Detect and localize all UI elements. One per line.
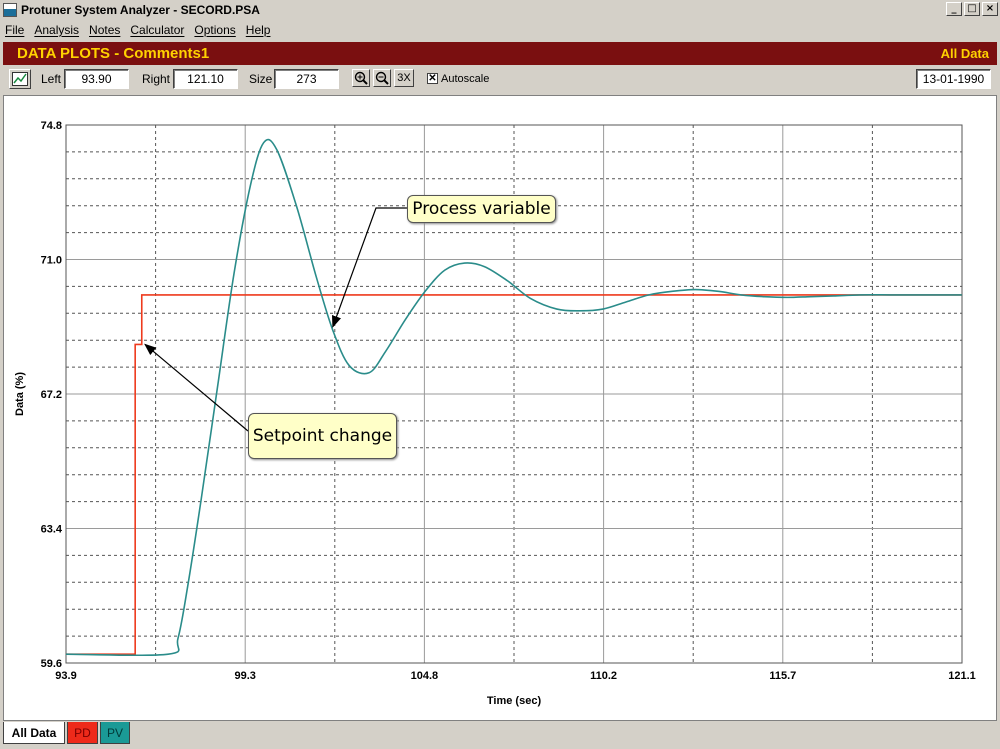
zoom-in-button[interactable] <box>352 69 370 87</box>
menu-analysis[interactable]: Analysis <box>29 23 84 37</box>
right-label: Right <box>142 72 171 86</box>
menu-file[interactable]: File <box>0 23 29 37</box>
tab-all-data[interactable]: All Data <box>3 722 65 744</box>
zoom-out-icon <box>375 71 389 85</box>
callout-process-variable: Process variable <box>407 195 556 223</box>
size-field[interactable]: 273 <box>274 69 339 89</box>
plot-settings-button[interactable] <box>9 69 31 89</box>
menu-help[interactable]: Help <box>241 23 276 37</box>
tab-pv[interactable]: PV <box>100 722 130 744</box>
minimize-button[interactable]: _ <box>946 2 962 16</box>
menu-bar: File Analysis Notes Calculator Options H… <box>0 20 1000 39</box>
y-tick-label: 71.0 <box>41 255 62 267</box>
series-tabs: All Data PD PV <box>3 722 132 744</box>
app-window: Protuner System Analyzer - SECORD.PSA _ … <box>0 0 1000 749</box>
plot-toolbar: Left 93.90 Right 121.10 Size 273 3X ✕ Au… <box>0 66 1000 92</box>
banner-title: DATA PLOTS - Comments1 <box>17 45 210 62</box>
x-tick-label: 93.9 <box>55 670 76 682</box>
y-tick-label: 67.2 <box>41 389 62 401</box>
y-axis-label: Data (%) <box>14 372 26 416</box>
y-tick-label: 63.4 <box>41 524 63 536</box>
title-bar[interactable]: Protuner System Analyzer - SECORD.PSA _ … <box>0 0 1000 20</box>
right-field[interactable]: 121.10 <box>173 69 238 89</box>
annotation-arrow <box>144 343 249 432</box>
menu-calculator[interactable]: Calculator <box>125 23 189 37</box>
callout-setpoint-change: Setpoint change <box>248 413 397 459</box>
window-controls: _ □ × <box>946 2 998 16</box>
chart-icon <box>12 72 28 86</box>
data-plot-chart[interactable]: 93.9 99.3 104.8 110.2 115.7 121.1 59.6 63.4 67.2… <box>4 96 996 720</box>
x-tick-label: 121.1 <box>948 670 976 682</box>
y-tick-label: 74.8 <box>41 120 62 132</box>
data-plots-banner: DATA PLOTS - Comments1 All Data <box>3 42 997 65</box>
window-title: Protuner System Analyzer - SECORD.PSA <box>21 3 260 17</box>
autoscale-checkbox[interactable]: ✕ <box>427 73 438 84</box>
x-tick-label: 115.7 <box>769 670 796 682</box>
date-field: 13-01-1990 <box>916 69 991 89</box>
maximize-button[interactable]: □ <box>964 2 980 16</box>
zoom-3x-button[interactable]: 3X <box>394 69 414 87</box>
menu-options[interactable]: Options <box>189 23 240 37</box>
app-icon <box>3 3 17 17</box>
x-tick-label: 110.2 <box>590 670 617 682</box>
close-button[interactable]: × <box>982 2 998 16</box>
left-field[interactable]: 93.90 <box>64 69 129 89</box>
x-tick-label: 104.8 <box>411 670 439 682</box>
x-axis-label: Time (sec) <box>487 695 542 707</box>
x-tick-label: 99.3 <box>234 670 255 682</box>
menu-notes[interactable]: Notes <box>84 23 125 37</box>
tab-pd[interactable]: PD <box>67 722 98 744</box>
left-label: Left <box>41 72 62 86</box>
plot-area[interactable]: 93.9 99.3 104.8 110.2 115.7 121.1 59.6 63.4 67.2… <box>3 95 997 721</box>
zoom-out-button[interactable] <box>373 69 391 87</box>
zoom-in-icon <box>354 71 368 85</box>
annotation-arrow <box>332 207 407 328</box>
y-tick-label: 59.6 <box>41 658 62 670</box>
autoscale-label: Autoscale <box>441 73 490 85</box>
banner-view-name: All Data <box>940 46 989 61</box>
size-label: Size <box>249 72 273 86</box>
